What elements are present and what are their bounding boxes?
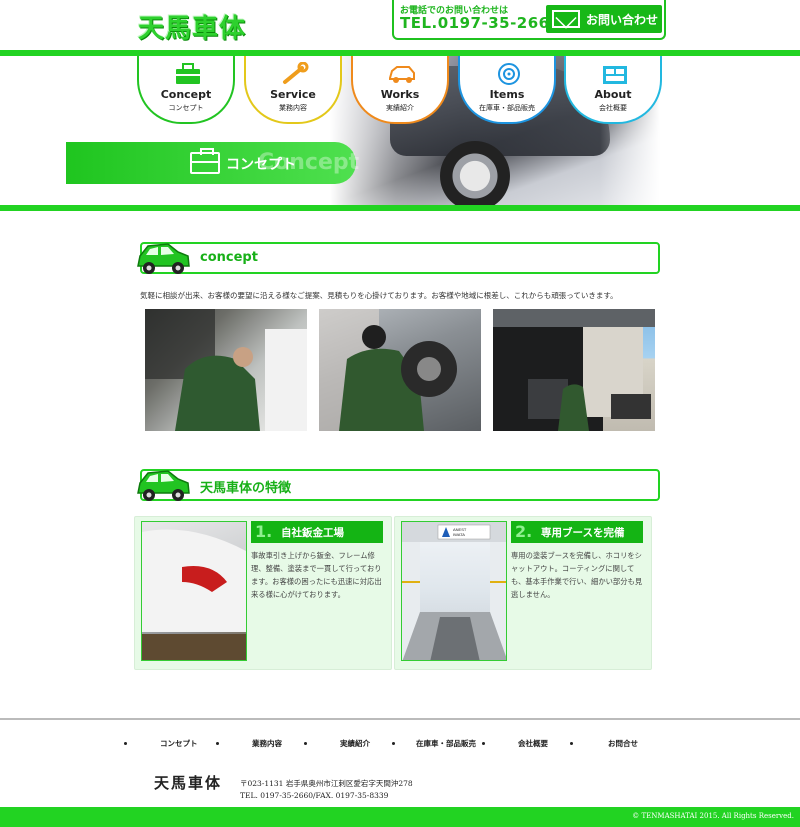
green-car-icon <box>134 238 192 278</box>
footer-link-items[interactable]: 在庫車・部品販売 <box>416 738 476 749</box>
footer-link-about[interactable]: 会社概要 <box>518 738 548 749</box>
building-icon <box>600 62 630 86</box>
photo-garage-building <box>493 309 655 431</box>
feature-2-header: 2. 専用ブースを完備 <box>511 521 643 543</box>
concept-heading: concept <box>140 242 660 274</box>
inquiry-button-label: お問い合わせ <box>586 13 659 27</box>
feature-1-header: 1. 自社鈑金工場 <box>251 521 383 543</box>
footer-link-service[interactable]: 業務内容 <box>252 738 282 749</box>
nav-tab-concept[interactable]: Concept コンセプト <box>137 56 235 124</box>
feature-1-text: 事故車引き上げから鈑金、フレーム修理、整備、塗装まで一貫して行っております。お客… <box>251 551 382 599</box>
car-wheel <box>440 141 510 205</box>
feature-card-2: ANEST IWATA 2. 専用ブースを完備 専用の塗装ブースを完備し、ホコリ… <box>394 516 652 670</box>
feature-2-title: 専用ブースを完備 <box>541 527 625 539</box>
footer-link-concept[interactable]: コンセプト <box>160 738 198 749</box>
footer-divider <box>0 718 800 720</box>
site-logo[interactable]: 天馬車体 <box>138 8 246 45</box>
car-icon <box>387 62 417 86</box>
features-heading: 天馬車体の特徴 <box>140 469 660 501</box>
footer-address: 〒023-1131 岩手県奥州市江刺区愛宕字天間沖278 <box>240 779 413 788</box>
inquiry-button[interactable]: お問い合わせ <box>546 5 662 33</box>
mail-icon <box>552 10 580 28</box>
footer-nav: コンセプト 業務内容 実績紹介 在庫車・部品販売 会社概要 お問合せ <box>120 738 680 750</box>
copyright: © TENMASHATAI 2015. All Rights Reserved. <box>632 812 794 820</box>
photo-mechanic-interior <box>145 309 307 431</box>
footer-bar: © TENMASHATAI 2015. All Rights Reserved. <box>0 807 800 827</box>
nav-tab-service[interactable]: Service 業務内容 <box>244 56 342 124</box>
feature-2-text: 専用の塗装ブースを完備し、ホコリをシャットアウト。コーティングに関しても、基本手… <box>511 551 643 599</box>
tire-icon <box>494 62 524 86</box>
contact-phone[interactable]: TEL.0197-35-2660 <box>400 14 561 32</box>
banner-title: コンセプト <box>226 157 296 173</box>
feature-1-title: 自社鈑金工場 <box>281 527 344 539</box>
footer-tel-fax: TEL. 0197-35-2660/FAX. 0197-35-8339 <box>240 791 389 800</box>
feature-card-1: 1. 自社鈑金工場 事故車引き上げから鈑金、フレーム修理、整備、塗装まで一貫して… <box>134 516 392 670</box>
features-title: 天馬車体の特徴 <box>200 481 292 496</box>
wrench-icon <box>280 61 310 86</box>
booth-sign-line2: IWATA <box>453 532 465 537</box>
photo-mechanic-wheel <box>319 309 481 431</box>
feature-1-image <box>141 521 247 661</box>
footer-link-works[interactable]: 実績紹介 <box>340 738 370 749</box>
toolbox-icon <box>173 62 203 86</box>
site-header: 天馬車体 お電話でのお問い合わせは TEL.0197-35-2660 お問い合わ… <box>0 0 800 50</box>
banner-toolbox-icon <box>190 148 220 174</box>
footer-link-contact[interactable]: お問合せ <box>608 738 638 749</box>
concept-title: concept <box>200 250 258 265</box>
hero-green-bar <box>0 205 800 211</box>
feature-2-image: ANEST IWATA <box>401 521 507 661</box>
hero: Concept コンセプト Service 業務内容 Works 実績紹介 It… <box>0 56 800 205</box>
concept-text: 気軽に相談が出来、お客様の要望に沿える様なご提案、見積もりを心掛けております。お… <box>140 291 618 300</box>
footer-logo: 天馬車体 <box>154 774 223 792</box>
page-banner: Concept コンセプト <box>66 142 359 184</box>
green-car-icon <box>134 465 192 505</box>
contact-box: お電話でのお問い合わせは TEL.0197-35-2660 お問い合わせ <box>392 0 666 40</box>
